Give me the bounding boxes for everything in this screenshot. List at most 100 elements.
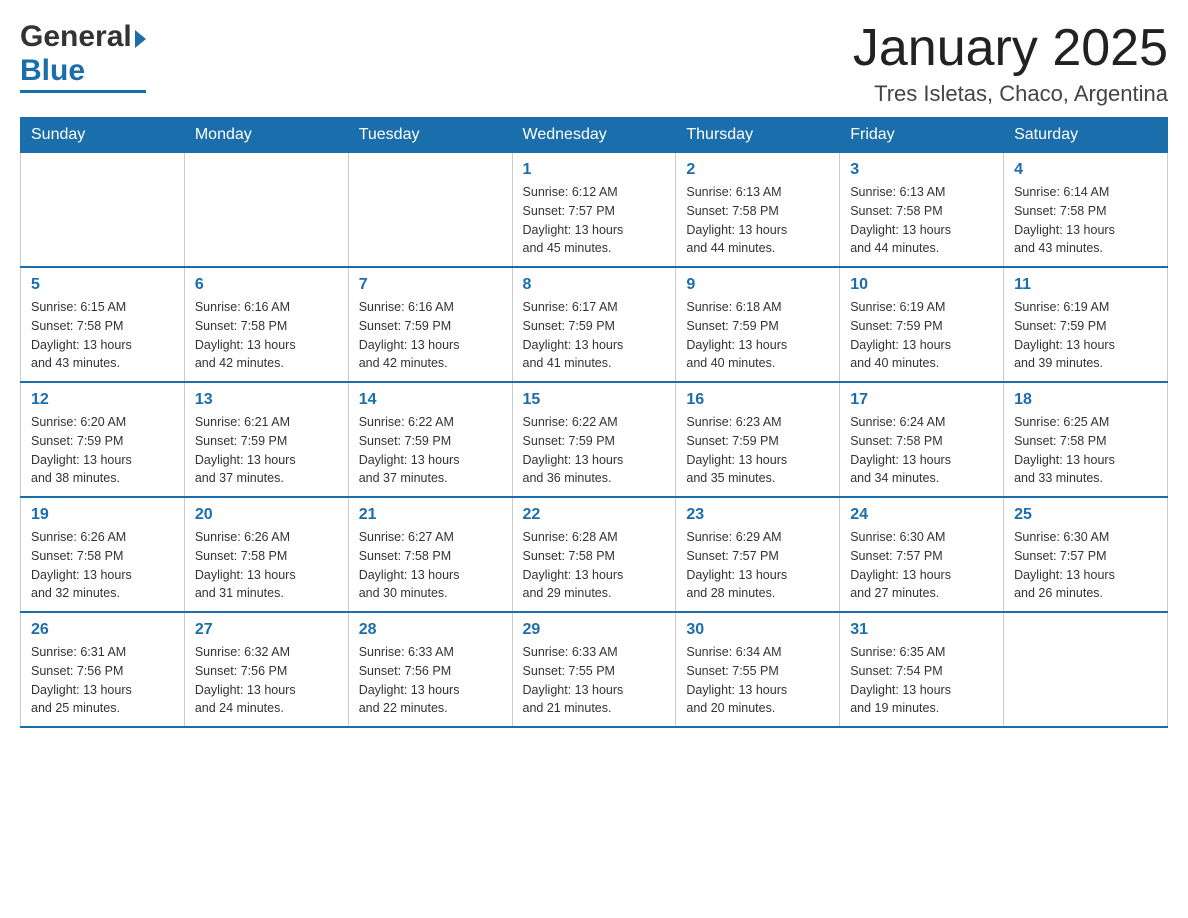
calendar-week-row: 26 Sunrise: 6:31 AM Sunset: 7:56 PM Dayli…	[21, 612, 1168, 727]
day-number: 22	[523, 506, 666, 524]
calendar-week-row: 1Sunrise: 6:12 AM Sunset: 7:57 PM Daylig…	[21, 153, 1168, 268]
calendar-cell: 28 Sunrise: 6:33 AM Sunset: 7:56 PM Dayli…	[348, 612, 512, 727]
day-info: Sunrise: 6:23 AM Sunset: 7:59 PM Dayligh…	[686, 413, 829, 488]
day-number: 29	[523, 621, 666, 639]
day-number: 18	[1014, 391, 1157, 409]
calendar-cell: 2 Sunrise: 6:13 AM Sunset: 7:58 PM Daylig…	[676, 153, 840, 268]
calendar-cell: 13Sunrise: 6:21 AM Sunset: 7:59 PM Dayli…	[184, 382, 348, 497]
calendar-cell: 4 Sunrise: 6:14 AM Sunset: 7:58 PM Daylig…	[1004, 153, 1168, 268]
day-info: Sunrise: 6:22 AM Sunset: 7:59 PM Dayligh…	[359, 413, 502, 488]
calendar-cell	[348, 153, 512, 268]
calendar-cell: 22Sunrise: 6:28 AM Sunset: 7:58 PM Dayli…	[512, 497, 676, 612]
calendar-week-row: 5Sunrise: 6:15 AM Sunset: 7:58 PM Daylig…	[21, 267, 1168, 382]
calendar-cell: 5Sunrise: 6:15 AM Sunset: 7:58 PM Daylig…	[21, 267, 185, 382]
calendar-week-row: 12Sunrise: 6:20 AM Sunset: 7:59 PM Dayli…	[21, 382, 1168, 497]
day-number: 30	[686, 621, 829, 639]
day-info: Sunrise: 6:16 AM Sunset: 7:59 PM Dayligh…	[359, 298, 502, 373]
day-info: Sunrise: 6:14 AM Sunset: 7:58 PM Dayligh…	[1014, 183, 1157, 258]
calendar-cell: 14 Sunrise: 6:22 AM Sunset: 7:59 PM Dayli…	[348, 382, 512, 497]
month-title: January 2025	[853, 20, 1168, 77]
day-info: Sunrise: 6:35 AM Sunset: 7:54 PM Dayligh…	[850, 643, 993, 718]
day-number: 3	[850, 161, 993, 179]
day-info: Sunrise: 6:19 AM Sunset: 7:59 PM Dayligh…	[850, 298, 993, 373]
day-info: Sunrise: 6:30 AM Sunset: 7:57 PM Dayligh…	[850, 528, 993, 603]
calendar-cell: 11 Sunrise: 6:19 AM Sunset: 7:59 PM Dayli…	[1004, 267, 1168, 382]
calendar-cell: 26 Sunrise: 6:31 AM Sunset: 7:56 PM Dayli…	[21, 612, 185, 727]
calendar-cell: 12Sunrise: 6:20 AM Sunset: 7:59 PM Dayli…	[21, 382, 185, 497]
calendar-cell: 20 Sunrise: 6:26 AM Sunset: 7:58 PM Dayli…	[184, 497, 348, 612]
day-number: 26	[31, 621, 174, 639]
day-info: Sunrise: 6:30 AM Sunset: 7:57 PM Dayligh…	[1014, 528, 1157, 603]
day-number: 8	[523, 276, 666, 294]
day-number: 11	[1014, 276, 1157, 294]
calendar-table: SundayMondayTuesdayWednesdayThursdayFrid…	[20, 117, 1168, 728]
day-info: Sunrise: 6:13 AM Sunset: 7:58 PM Dayligh…	[850, 183, 993, 258]
weekday-header-wednesday: Wednesday	[512, 118, 676, 153]
weekday-header-row: SundayMondayTuesdayWednesdayThursdayFrid…	[21, 118, 1168, 153]
title-section: January 2025 Tres Isletas, Chaco, Argent…	[853, 20, 1168, 107]
calendar-cell: 10 Sunrise: 6:19 AM Sunset: 7:59 PM Dayli…	[840, 267, 1004, 382]
weekday-header-friday: Friday	[840, 118, 1004, 153]
day-info: Sunrise: 6:20 AM Sunset: 7:59 PM Dayligh…	[31, 413, 174, 488]
location: Tres Isletas, Chaco, Argentina	[853, 81, 1168, 107]
day-number: 28	[359, 621, 502, 639]
logo-blue-text: Blue	[20, 54, 85, 88]
day-number: 9	[686, 276, 829, 294]
calendar-cell: 19 Sunrise: 6:26 AM Sunset: 7:58 PM Dayli…	[21, 497, 185, 612]
day-info: Sunrise: 6:22 AM Sunset: 7:59 PM Dayligh…	[523, 413, 666, 488]
weekday-header-thursday: Thursday	[676, 118, 840, 153]
calendar-cell: 15 Sunrise: 6:22 AM Sunset: 7:59 PM Dayli…	[512, 382, 676, 497]
calendar-cell: 6 Sunrise: 6:16 AM Sunset: 7:58 PM Daylig…	[184, 267, 348, 382]
day-info: Sunrise: 6:19 AM Sunset: 7:59 PM Dayligh…	[1014, 298, 1157, 373]
calendar-cell: 29Sunrise: 6:33 AM Sunset: 7:55 PM Dayli…	[512, 612, 676, 727]
day-number: 19	[31, 506, 174, 524]
calendar-cell: 18 Sunrise: 6:25 AM Sunset: 7:58 PM Dayli…	[1004, 382, 1168, 497]
page-header: General Blue January 2025 Tres Isletas, …	[20, 20, 1168, 107]
day-info: Sunrise: 6:27 AM Sunset: 7:58 PM Dayligh…	[359, 528, 502, 603]
day-info: Sunrise: 6:16 AM Sunset: 7:58 PM Dayligh…	[195, 298, 338, 373]
day-number: 2	[686, 161, 829, 179]
calendar-cell: 7 Sunrise: 6:16 AM Sunset: 7:59 PM Daylig…	[348, 267, 512, 382]
day-number: 17	[850, 391, 993, 409]
calendar-cell	[21, 153, 185, 268]
calendar-cell: 9 Sunrise: 6:18 AM Sunset: 7:59 PM Daylig…	[676, 267, 840, 382]
calendar-week-row: 19 Sunrise: 6:26 AM Sunset: 7:58 PM Dayli…	[21, 497, 1168, 612]
day-number: 24	[850, 506, 993, 524]
weekday-header-tuesday: Tuesday	[348, 118, 512, 153]
day-info: Sunrise: 6:31 AM Sunset: 7:56 PM Dayligh…	[31, 643, 174, 718]
day-number: 10	[850, 276, 993, 294]
day-info: Sunrise: 6:17 AM Sunset: 7:59 PM Dayligh…	[523, 298, 666, 373]
calendar-cell	[1004, 612, 1168, 727]
day-number: 1	[523, 161, 666, 179]
day-number: 4	[1014, 161, 1157, 179]
day-info: Sunrise: 6:21 AM Sunset: 7:59 PM Dayligh…	[195, 413, 338, 488]
calendar-cell: 1Sunrise: 6:12 AM Sunset: 7:57 PM Daylig…	[512, 153, 676, 268]
day-info: Sunrise: 6:13 AM Sunset: 7:58 PM Dayligh…	[686, 183, 829, 258]
logo-general-text: General	[20, 20, 132, 54]
day-number: 31	[850, 621, 993, 639]
weekday-header-sunday: Sunday	[21, 118, 185, 153]
day-number: 15	[523, 391, 666, 409]
day-info: Sunrise: 6:33 AM Sunset: 7:56 PM Dayligh…	[359, 643, 502, 718]
day-number: 20	[195, 506, 338, 524]
day-info: Sunrise: 6:29 AM Sunset: 7:57 PM Dayligh…	[686, 528, 829, 603]
day-info: Sunrise: 6:18 AM Sunset: 7:59 PM Dayligh…	[686, 298, 829, 373]
logo-arrow-icon	[135, 30, 146, 48]
day-number: 27	[195, 621, 338, 639]
day-number: 21	[359, 506, 502, 524]
day-number: 23	[686, 506, 829, 524]
calendar-cell: 8 Sunrise: 6:17 AM Sunset: 7:59 PM Daylig…	[512, 267, 676, 382]
weekday-header-monday: Monday	[184, 118, 348, 153]
calendar-cell: 27Sunrise: 6:32 AM Sunset: 7:56 PM Dayli…	[184, 612, 348, 727]
day-info: Sunrise: 6:25 AM Sunset: 7:58 PM Dayligh…	[1014, 413, 1157, 488]
day-number: 14	[359, 391, 502, 409]
calendar-cell: 21 Sunrise: 6:27 AM Sunset: 7:58 PM Dayli…	[348, 497, 512, 612]
day-number: 6	[195, 276, 338, 294]
calendar-cell: 30Sunrise: 6:34 AM Sunset: 7:55 PM Dayli…	[676, 612, 840, 727]
day-info: Sunrise: 6:26 AM Sunset: 7:58 PM Dayligh…	[31, 528, 174, 603]
calendar-cell: 24 Sunrise: 6:30 AM Sunset: 7:57 PM Dayli…	[840, 497, 1004, 612]
day-number: 7	[359, 276, 502, 294]
day-info: Sunrise: 6:26 AM Sunset: 7:58 PM Dayligh…	[195, 528, 338, 603]
calendar-cell: 25Sunrise: 6:30 AM Sunset: 7:57 PM Dayli…	[1004, 497, 1168, 612]
calendar-cell: 31 Sunrise: 6:35 AM Sunset: 7:54 PM Dayli…	[840, 612, 1004, 727]
